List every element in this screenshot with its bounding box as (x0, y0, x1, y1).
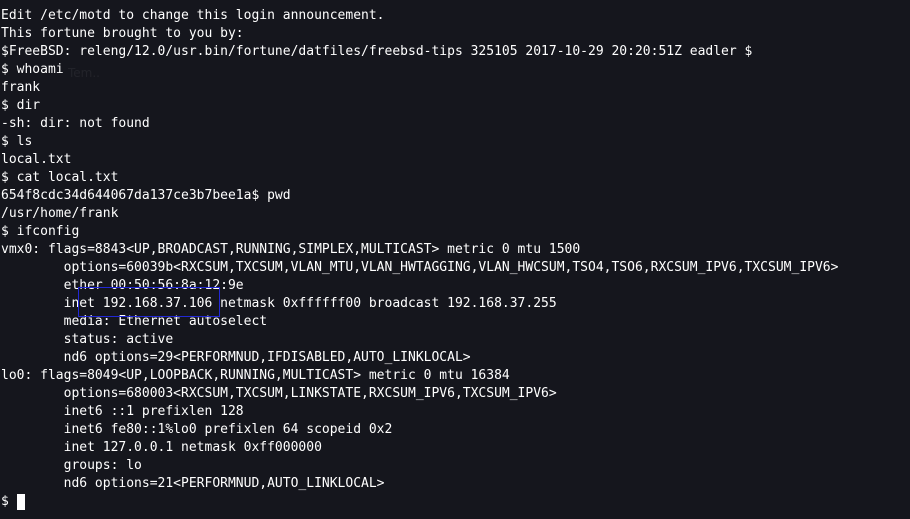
terminal-window[interactable]: Edit /etc/motd to change this login anno… (0, 0, 910, 519)
terminal-line: inet6 fe80::1%lo0 prefixlen 64 scopeid 0… (1, 422, 393, 437)
terminal-line: status: active (1, 332, 174, 347)
terminal-line: $FreeBSD: releng/12.0/usr.bin/fortune/da… (1, 44, 753, 59)
terminal-line: inet 127.0.0.1 netmask 0xff000000 (1, 440, 322, 455)
terminal-line: $ cat local.txt (1, 170, 119, 185)
text-cursor (16, 494, 25, 510)
terminal-line: $ ls (1, 134, 33, 149)
terminal-line: options=60039b<RXCSUM,TXCSUM,VLAN_MTU,VL… (1, 260, 839, 275)
terminal-line: vmx0: flags=8843<UP,BROADCAST,RUNNING,SI… (1, 242, 581, 257)
watermark-text: Tem.. (68, 66, 100, 80)
terminal-line: nd6 options=21<PERFORMNUD,AUTO_LINKLOCAL… (1, 476, 385, 491)
terminal-line: /usr/home/frank (1, 206, 119, 221)
terminal-line: groups: lo (1, 458, 142, 473)
terminal-line: nd6 options=29<PERFORMNUD,IFDISABLED,AUT… (1, 350, 471, 365)
terminal-line: frank (1, 80, 41, 95)
terminal-line: 654f8cdc34d644067da137ce3b7bee1a$ pwd (1, 188, 291, 203)
terminal-line: $ dir (1, 98, 41, 113)
prompt-symbol: $ (1, 494, 9, 509)
terminal-line: options=680003<RXCSUM,TXCSUM,LINKSTATE,R… (1, 386, 557, 401)
terminal-line: inet6 ::1 prefixlen 128 (1, 404, 244, 419)
terminal-line: Edit /etc/motd to change this login anno… (1, 8, 385, 23)
terminal-line: local.txt (1, 152, 72, 167)
ip-address-highlight-box (78, 287, 220, 317)
terminal-line: lo0: flags=8049<UP,LOOPBACK,RUNNING,MULT… (1, 368, 510, 383)
terminal-line: $ whoami (1, 62, 64, 77)
terminal-line: $ ifconfig (1, 224, 80, 239)
terminal-line: This fortune brought to you by: (1, 26, 244, 41)
terminal-prompt-line[interactable]: $ (0, 493, 910, 511)
terminal-line: -sh: dir: not found (1, 116, 150, 131)
